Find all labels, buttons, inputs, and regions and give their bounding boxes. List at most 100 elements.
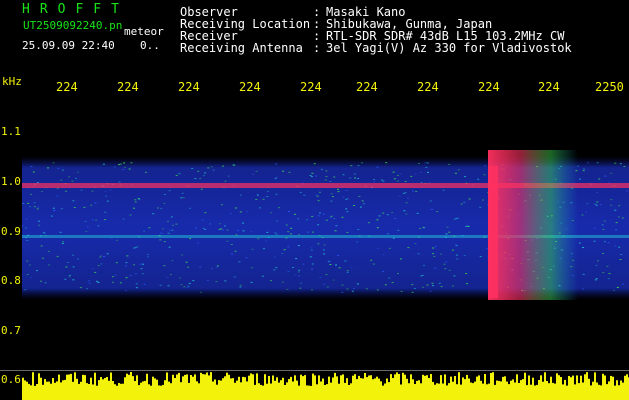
floor-bar — [494, 384, 496, 400]
noise-speckle — [47, 250, 50, 252]
floor-bar — [456, 384, 458, 400]
noise-speckle — [36, 270, 38, 272]
floor-bar — [322, 378, 324, 400]
info-label-antenna: Receiving Antenna — [180, 41, 303, 55]
noise-speckle — [392, 171, 395, 173]
noise-speckle — [346, 270, 349, 271]
noise-speckle — [331, 196, 334, 198]
noise-speckle — [210, 166, 213, 168]
floor-bar — [204, 374, 206, 400]
noise-speckle — [335, 225, 338, 227]
floor-bar — [76, 378, 78, 400]
noise-speckle — [26, 260, 29, 262]
noise-speckle — [22, 202, 25, 204]
floor-bar — [280, 380, 282, 400]
timestamp-label: 25.09.09 22:40 — [22, 39, 115, 52]
noise-speckle — [79, 287, 82, 289]
noise-speckle — [72, 200, 75, 202]
noise-speckle — [261, 275, 264, 277]
floor-bar — [74, 372, 76, 400]
floor-bar — [596, 382, 598, 400]
noise-speckle — [300, 282, 303, 284]
floor-bar — [228, 374, 230, 400]
noise-speckle — [350, 165, 353, 167]
noise-speckle — [430, 208, 433, 210]
floor-bar — [364, 373, 366, 400]
info-colon: : — [313, 41, 321, 55]
noise-speckle — [309, 175, 312, 176]
noise-speckle — [86, 288, 89, 290]
noise-speckle — [354, 177, 356, 179]
floor-bar — [158, 385, 160, 400]
floor-bar — [392, 378, 394, 400]
noise-speckle — [365, 288, 368, 290]
floor-bar — [30, 385, 32, 400]
noise-speckle — [386, 214, 389, 216]
noise-speckle — [598, 178, 601, 180]
noise-speckle — [163, 203, 166, 204]
noise-speckle — [287, 271, 290, 272]
floor-bar — [544, 372, 546, 400]
floor-bar — [560, 377, 562, 400]
noise-speckle — [281, 281, 284, 283]
noise-speckle — [160, 208, 163, 210]
noise-speckle — [357, 178, 360, 179]
floor-bar — [138, 385, 140, 400]
floor-bar — [434, 384, 436, 400]
noise-speckle — [148, 227, 151, 229]
noise-speckle — [325, 176, 328, 177]
floor-bar — [328, 376, 330, 400]
noise-speckle — [267, 191, 269, 192]
noise-speckle — [585, 211, 588, 213]
noise-speckle — [112, 276, 114, 278]
x-tick-label: 224 — [56, 80, 78, 94]
floor-bar — [86, 383, 88, 400]
noise-speckle — [427, 171, 429, 173]
floor-bar — [318, 375, 320, 400]
noise-speckle — [397, 273, 399, 274]
noise-speckle — [27, 202, 30, 204]
noise-speckle — [432, 247, 435, 249]
noise-speckle — [217, 265, 219, 267]
noise-speckle — [432, 253, 435, 255]
noise-speckle — [90, 204, 93, 206]
floor-bar — [58, 374, 60, 400]
floor-bar — [310, 385, 312, 400]
noise-speckle — [335, 264, 337, 266]
noise-speckle — [387, 233, 390, 235]
noise-speckle — [22, 225, 25, 227]
floor-bar — [124, 377, 126, 400]
floor-bar — [152, 376, 154, 400]
floor-bar — [38, 373, 40, 400]
noise-speckle — [283, 249, 286, 251]
noise-speckle — [420, 182, 423, 183]
floor-bar — [360, 378, 362, 400]
noise-speckle — [204, 212, 207, 214]
noise-speckle — [351, 290, 354, 292]
noise-speckle — [275, 233, 278, 235]
noise-speckle — [440, 286, 443, 288]
x-tick-label: 224 — [538, 80, 560, 94]
noise-speckle — [337, 191, 340, 193]
noise-speckle — [322, 249, 325, 251]
floor-bar — [264, 374, 266, 400]
noise-speckle — [359, 206, 362, 208]
noise-speckle — [456, 258, 459, 260]
floor-bar — [592, 381, 594, 400]
floor-bar — [424, 375, 426, 400]
floor-bar — [400, 384, 402, 400]
noise-speckle — [234, 250, 237, 252]
floor-bar — [304, 375, 306, 400]
noise-speckle — [119, 163, 122, 165]
floor-bar — [388, 382, 390, 400]
floor-bar — [450, 376, 452, 400]
floor-bar — [514, 382, 516, 400]
noise-speckle — [240, 194, 242, 196]
noise-speckle — [299, 287, 302, 289]
noise-speckle — [113, 166, 116, 168]
noise-speckle — [286, 288, 289, 290]
noise-speckle — [105, 195, 108, 197]
noise-speckle — [68, 176, 71, 178]
noise-speckle — [376, 247, 379, 249]
floor-bar — [100, 377, 102, 400]
